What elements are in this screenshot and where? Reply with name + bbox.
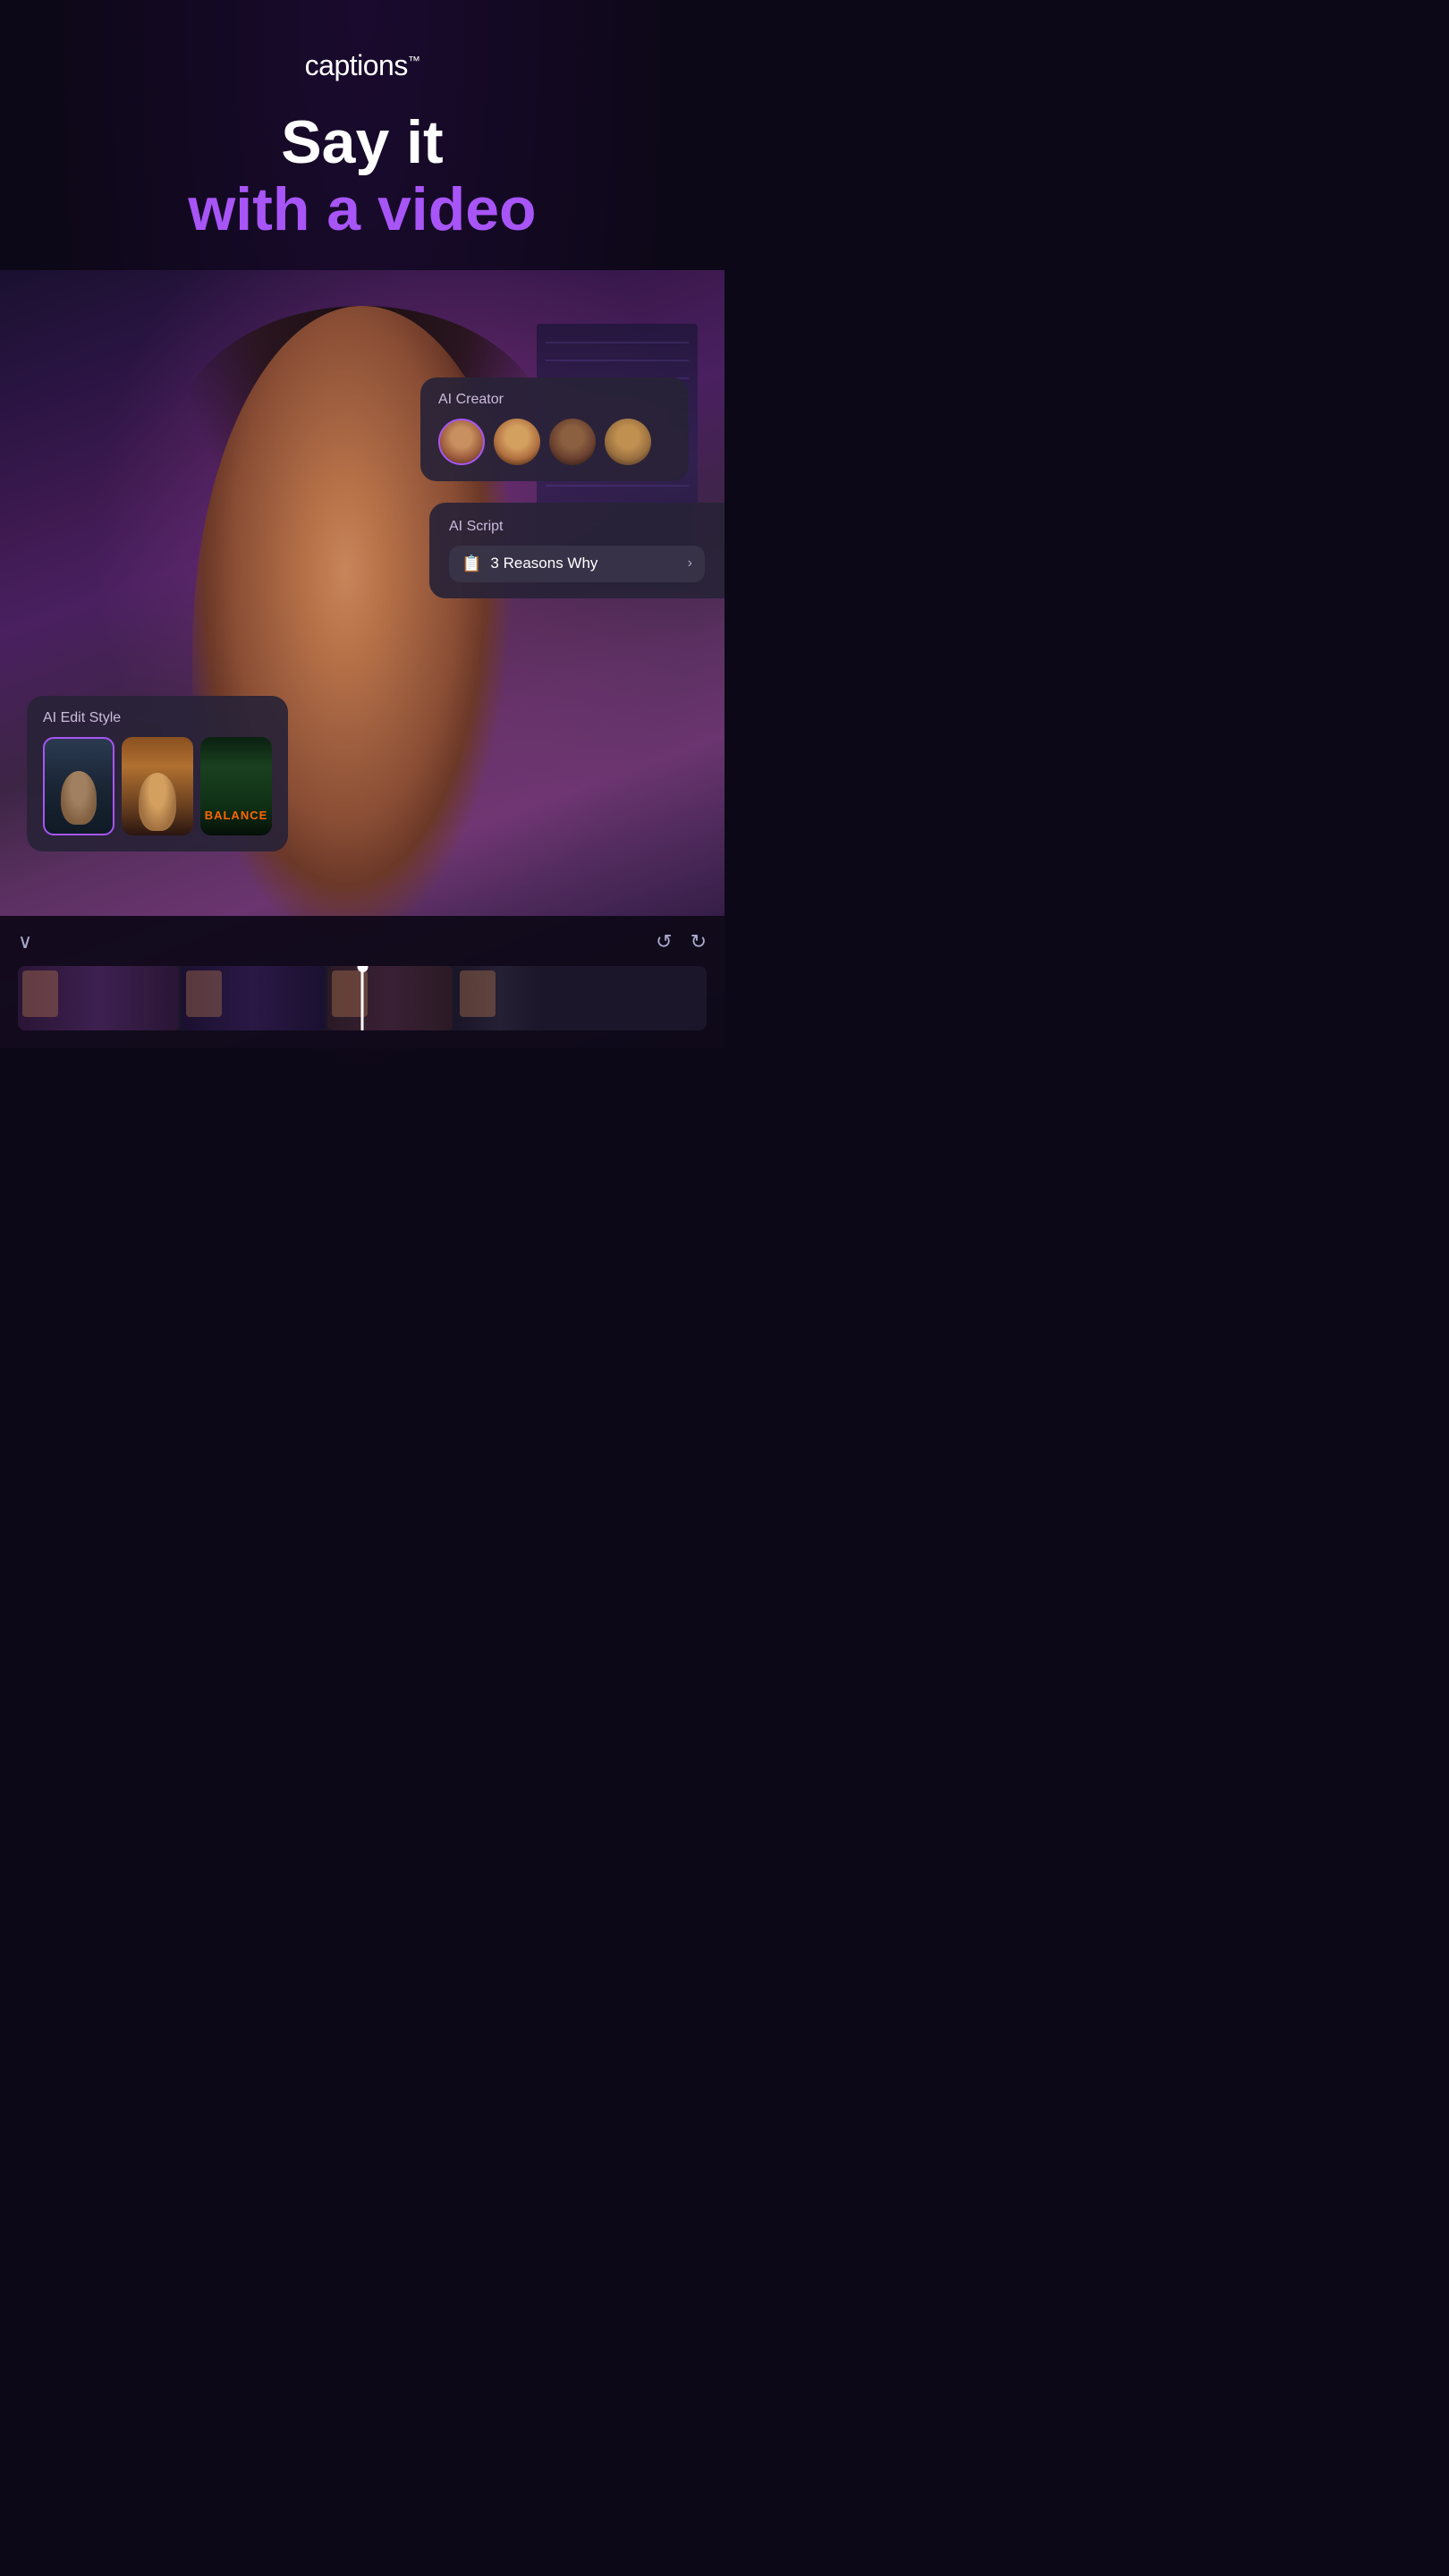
page-content: captions™ Say it with a video AI Creator [0, 0, 724, 1288]
avatar-1[interactable] [438, 419, 485, 465]
video-preview-area: AI Creator AI Script 📋 3 [0, 270, 724, 1048]
clip-4[interactable] [455, 966, 545, 1030]
hero-line1: Say it [36, 109, 689, 176]
redo-button[interactable]: ↻ [691, 930, 707, 953]
avatar-3[interactable] [549, 419, 596, 465]
ai-edit-style-label: AI Edit Style [43, 710, 272, 726]
avatars-row [438, 419, 671, 465]
avatar-face-2 [494, 419, 540, 465]
undo-redo-group: ↺ ↻ [656, 930, 707, 953]
controls-row: ∨ ↺ ↻ [18, 930, 707, 953]
logo-tm: ™ [408, 53, 420, 67]
clip-thumb-4 [460, 970, 496, 1017]
script-value: 3 Reasons Why [490, 555, 678, 572]
timeline-playhead [361, 966, 364, 1030]
avatar-2[interactable] [494, 419, 540, 465]
bottom-controls: ∨ ↺ ↻ [0, 916, 724, 1048]
script-selector[interactable]: 📋 3 Reasons Why › [449, 546, 705, 582]
style-thumb-1[interactable] [43, 737, 114, 835]
style-thumb-2[interactable] [122, 737, 193, 835]
ai-script-label: AI Script [449, 519, 705, 535]
avatar-4[interactable] [605, 419, 651, 465]
clip-3[interactable] [327, 966, 453, 1030]
collapse-button[interactable]: ∨ [18, 930, 32, 953]
logo-area: captions™ [0, 0, 724, 91]
clip-2[interactable] [182, 966, 325, 1030]
script-icon: 📋 [462, 555, 481, 573]
avatar-face-1 [440, 420, 483, 463]
timeline[interactable] [18, 966, 707, 1030]
logo-text: captions [305, 49, 408, 81]
app-logo: captions™ [305, 49, 420, 81]
clip-thumb-1 [22, 970, 58, 1017]
clip-1[interactable] [18, 966, 179, 1030]
hero-section: Say it with a video [0, 91, 724, 270]
ai-creator-label: AI Creator [438, 392, 671, 408]
script-chevron-icon: › [688, 555, 692, 572]
ai-edit-style-card[interactable]: AI Edit Style BALANCE [27, 696, 288, 852]
ai-script-card[interactable]: AI Script 📋 3 Reasons Why › [429, 503, 724, 598]
hero-line2: with a video [36, 176, 689, 243]
avatar-face-4 [605, 419, 651, 465]
style-thumbnails-row: BALANCE [43, 737, 272, 835]
undo-button[interactable]: ↺ [656, 930, 672, 953]
clip-thumb-2 [186, 970, 222, 1017]
ai-creator-card[interactable]: AI Creator [420, 377, 689, 481]
avatar-face-3 [549, 419, 596, 465]
balance-label: BALANCE [200, 809, 272, 822]
style-thumb-3[interactable]: BALANCE [200, 737, 272, 835]
